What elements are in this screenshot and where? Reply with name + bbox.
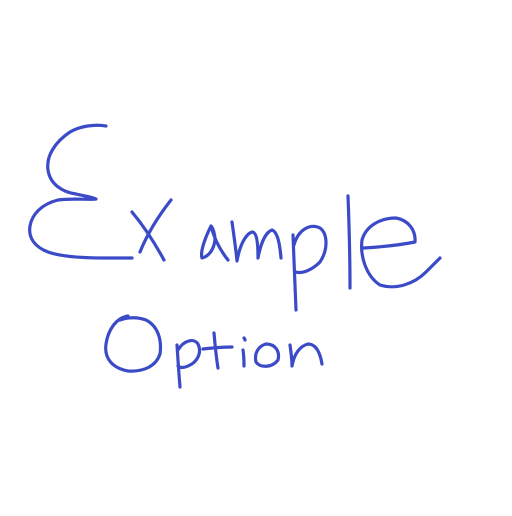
stroke-letter-o — [253, 342, 281, 368]
handwritten-word-example — [28, 123, 442, 312]
stroke-letter-n — [288, 342, 324, 368]
stroke-letter-a — [199, 224, 230, 262]
stroke-letter-E — [28, 123, 134, 260]
stroke-letter-i-stem — [241, 348, 246, 368]
stroke-letter-t-bar — [201, 345, 234, 351]
stroke-letter-l — [346, 194, 352, 290]
stroke-letter-t-stem — [212, 331, 220, 370]
handwriting-strokes — [28, 123, 442, 389]
stroke-letter-e — [360, 216, 442, 289]
stroke-letter-m — [230, 220, 283, 263]
handwritten-word-option — [104, 314, 324, 389]
stroke-letter-O — [104, 314, 163, 373]
drawing-canvas: Example Option — [0, 0, 512, 512]
stroke-letter-i-dot — [242, 336, 247, 342]
stroke-letter-p — [291, 224, 328, 312]
stroke-letter-p2 — [175, 339, 202, 389]
